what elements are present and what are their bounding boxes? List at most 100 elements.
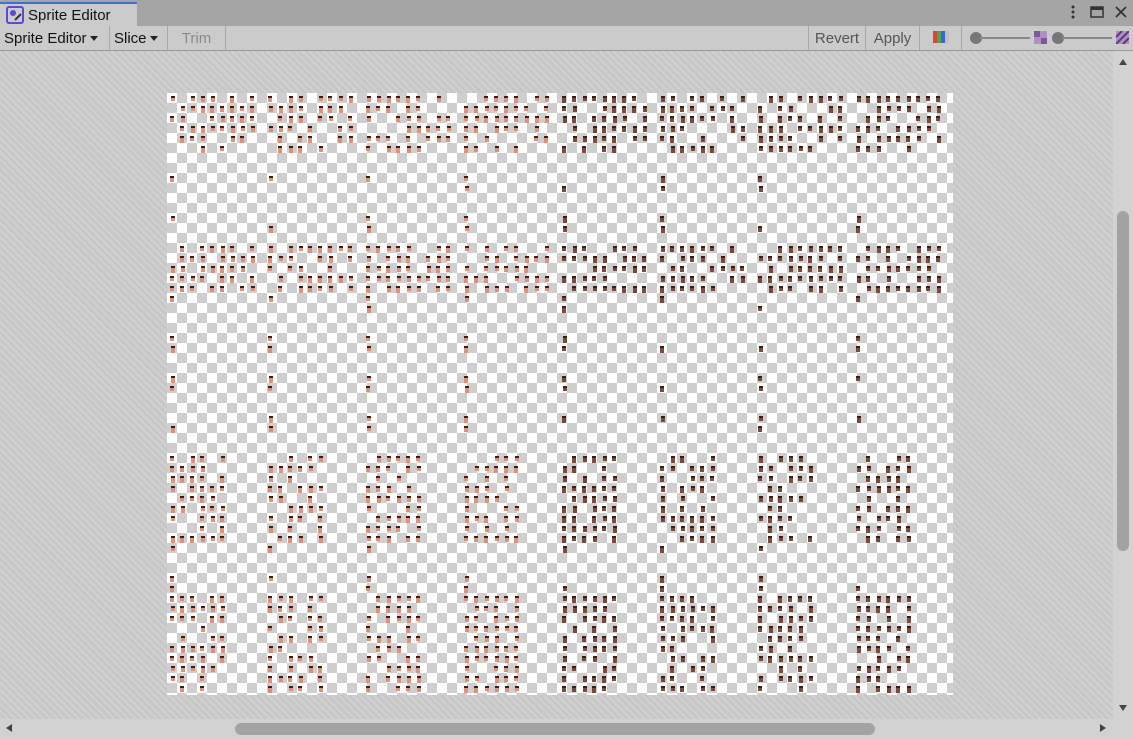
sprite-outline [437, 96, 441, 98]
sprite-outline [465, 526, 469, 528]
apply-button[interactable]: Apply [866, 26, 920, 50]
sprite-outline [789, 656, 793, 658]
sprite-outline [180, 466, 184, 468]
sprite-outline [464, 646, 468, 648]
scroll-right-icon[interactable] [1100, 724, 1106, 732]
sprite-outline [397, 476, 401, 478]
slice-dropdown[interactable]: Slice [110, 26, 168, 50]
sprite-outline [484, 516, 488, 518]
sprite-outline [896, 246, 900, 248]
sprite-outline [426, 136, 430, 138]
sprite-outline [201, 256, 205, 258]
sprite-outline [426, 276, 430, 278]
more-vertical-icon[interactable] [1065, 4, 1081, 20]
sprite-outline [896, 266, 900, 268]
sprite-outline [867, 486, 871, 488]
sprite-outline [788, 276, 792, 278]
sprite-outline [447, 126, 451, 128]
sprite-outline [309, 666, 313, 668]
sprite-outline [339, 106, 343, 108]
sprite-outline [170, 576, 174, 578]
sprite-outline [603, 596, 607, 598]
sprite-outline [867, 496, 871, 498]
sprite-outline [661, 176, 665, 178]
sprite-sheet-texture[interactable] [167, 93, 953, 695]
sprite-outline [485, 106, 489, 108]
sprite-outline [670, 246, 674, 248]
sprite-outline [416, 106, 420, 108]
sprite-outline [838, 246, 842, 248]
vertical-scroll-thumb[interactable] [1117, 211, 1129, 551]
sprite-outline [691, 666, 695, 668]
sprite-outline [886, 256, 890, 258]
sprite-outline [789, 266, 793, 268]
sprite-outline [545, 256, 549, 258]
sprite-outline [180, 616, 184, 618]
sprite-outline [220, 266, 224, 268]
close-icon[interactable] [1113, 4, 1129, 20]
sprite-outline [680, 536, 684, 538]
sprite-outline [593, 506, 597, 508]
trim-button[interactable]: Trim [168, 26, 226, 50]
color-channels-button[interactable] [920, 26, 962, 50]
sprite-outline [278, 286, 282, 288]
sprite-outline [779, 526, 783, 528]
sprite-outline [417, 526, 421, 528]
sprite-outline [603, 666, 607, 668]
sprite-outline [397, 606, 401, 608]
sprite-outline [494, 96, 498, 98]
sprite-outline [170, 336, 174, 338]
horizontal-scrollbar[interactable] [0, 719, 1113, 739]
sprite-outline [250, 246, 254, 248]
sprite-outline [387, 486, 391, 488]
maximize-icon[interactable] [1089, 4, 1105, 20]
sprite-outline [759, 516, 763, 518]
revert-button[interactable]: Revert [808, 26, 866, 50]
sprite-outline [829, 126, 833, 128]
sprite-outline [288, 616, 292, 618]
sprite-outline [917, 266, 921, 268]
scroll-down-icon[interactable] [1119, 705, 1127, 711]
alpha-slider-track[interactable] [980, 37, 1030, 39]
sprite-outline [769, 476, 773, 478]
sprite-outline [583, 616, 587, 618]
mode-dropdown[interactable]: Sprite Editor [0, 26, 110, 50]
sprite-outline [562, 416, 566, 418]
sprite-outline [603, 606, 607, 608]
sprite-outline [562, 246, 566, 248]
sprite-outline [495, 676, 499, 678]
sprite-outline [211, 96, 215, 98]
sprite-outline [211, 606, 215, 608]
sprite-outline [680, 106, 684, 108]
sprite-outline [613, 116, 617, 118]
sprite-outline [877, 116, 881, 118]
sprite-outline [660, 286, 664, 288]
sprite-outline [808, 266, 812, 268]
sprite-outline [741, 126, 745, 128]
sprite-outline [582, 146, 586, 148]
vertical-scrollbar[interactable] [1113, 51, 1133, 719]
sprite-outline [661, 276, 665, 278]
sprite-outline [495, 266, 499, 268]
sprite-outline [583, 456, 587, 458]
mip-slider-track[interactable] [1062, 37, 1112, 39]
tab-sprite-editor[interactable]: Sprite Editor [0, 2, 137, 26]
sprite-outline [838, 256, 842, 258]
sprite-outline [886, 466, 890, 468]
sprite-outline [660, 346, 664, 348]
sprite-outline [769, 646, 773, 648]
sprite-outline [671, 466, 675, 468]
sprite-outline [612, 676, 616, 678]
scroll-up-icon[interactable] [1119, 59, 1127, 65]
sprite-outline [866, 606, 870, 608]
sprite-outline [897, 526, 901, 528]
sprite-outline [465, 486, 469, 488]
sprite-outline [769, 466, 773, 468]
sprite-outline [269, 646, 273, 648]
horizontal-scroll-thumb[interactable] [235, 723, 875, 735]
sprite-outline [484, 536, 488, 538]
scroll-left-icon[interactable] [6, 724, 12, 732]
sprite-canvas-area[interactable] [0, 51, 1113, 719]
sprite-outline [464, 426, 468, 428]
sprite-outline [857, 516, 861, 518]
